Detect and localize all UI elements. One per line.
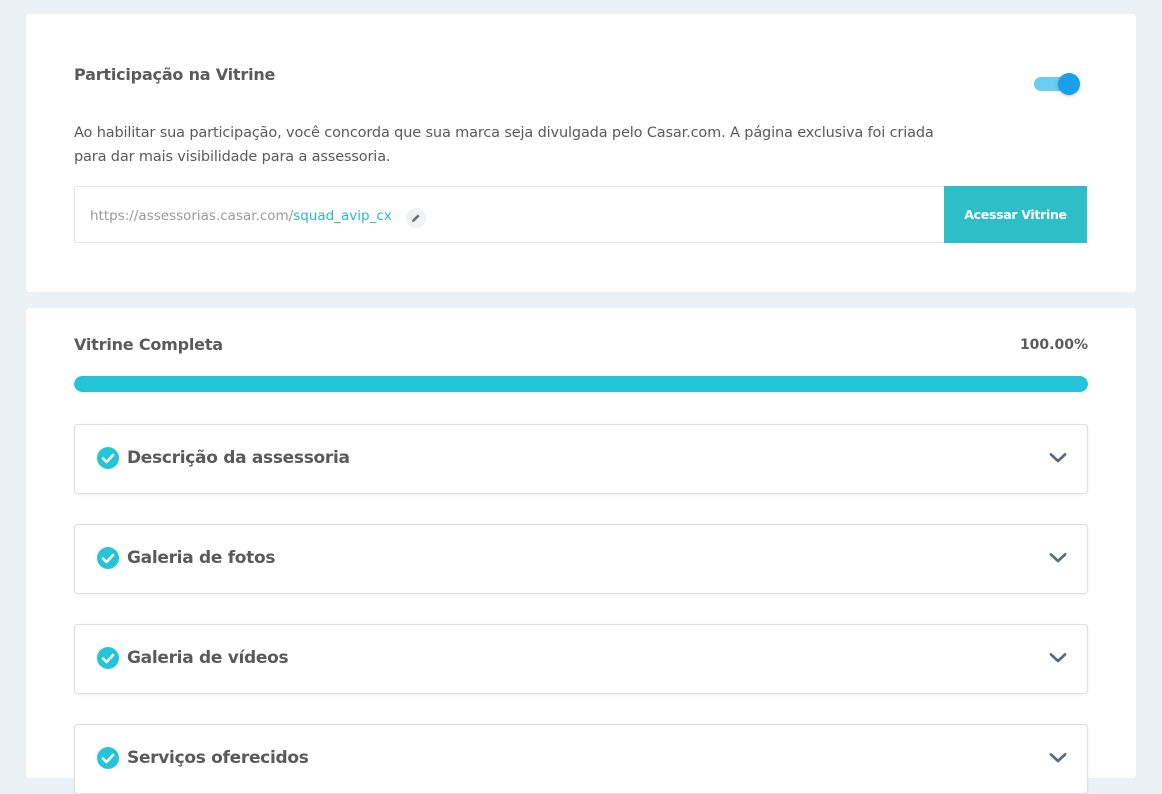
chevron-down-icon xyxy=(1049,653,1067,663)
access-vitrine-button[interactable]: Acessar Vitrine xyxy=(944,186,1087,243)
check-circle-icon xyxy=(97,747,119,769)
toggle-knob xyxy=(1058,73,1080,95)
accordion-item-descricao[interactable]: Descrição da assessoria xyxy=(74,424,1088,494)
check-circle-icon xyxy=(97,647,119,669)
url-base: https://assessorias.casar.com/ xyxy=(90,208,294,224)
accordion-item-servicos[interactable]: Serviços oferecidos xyxy=(74,724,1088,794)
completion-card: Vitrine Completa 100.00% Descrição da as… xyxy=(26,308,1136,794)
description-line-2: para dar mais visibilidade para a assess… xyxy=(74,149,391,165)
participation-card: Participação na Vitrine Ao habilitar sua… xyxy=(26,14,1136,292)
accordion-label: Galeria de fotos xyxy=(127,548,276,568)
progress-fill xyxy=(74,376,1088,392)
completion-title: Vitrine Completa xyxy=(74,335,223,354)
participation-description: Ao habilitar sua participação, você conc… xyxy=(74,121,1074,169)
completion-percent: 100.00% xyxy=(1019,337,1088,353)
chevron-down-icon xyxy=(1049,453,1067,463)
chevron-down-icon xyxy=(1049,753,1067,763)
accordion-label: Serviços oferecidos xyxy=(127,748,309,768)
description-line-1: Ao habilitar sua participação, você conc… xyxy=(74,125,934,141)
url-slug: squad_avip_cx xyxy=(293,208,392,224)
accordion-item-fotos[interactable]: Galeria de fotos xyxy=(74,524,1088,594)
edit-url-button[interactable] xyxy=(406,208,427,228)
completion-progress-bar xyxy=(74,376,1088,392)
accordion-item-videos[interactable]: Galeria de vídeos xyxy=(74,624,1088,694)
vitrine-url-field: https://assessorias.casar.com/squad_avip… xyxy=(74,186,1087,243)
chevron-down-icon xyxy=(1049,553,1067,563)
participation-title: Participação na Vitrine xyxy=(74,65,276,84)
pencil-icon xyxy=(412,214,420,222)
accordion-label: Galeria de vídeos xyxy=(127,648,289,668)
accordion-label: Descrição da assessoria xyxy=(127,448,350,468)
check-circle-icon xyxy=(97,447,119,469)
participation-toggle[interactable] xyxy=(1034,73,1080,97)
check-circle-icon xyxy=(97,547,119,569)
vitrine-url: https://assessorias.casar.com/squad_avip… xyxy=(90,206,427,228)
